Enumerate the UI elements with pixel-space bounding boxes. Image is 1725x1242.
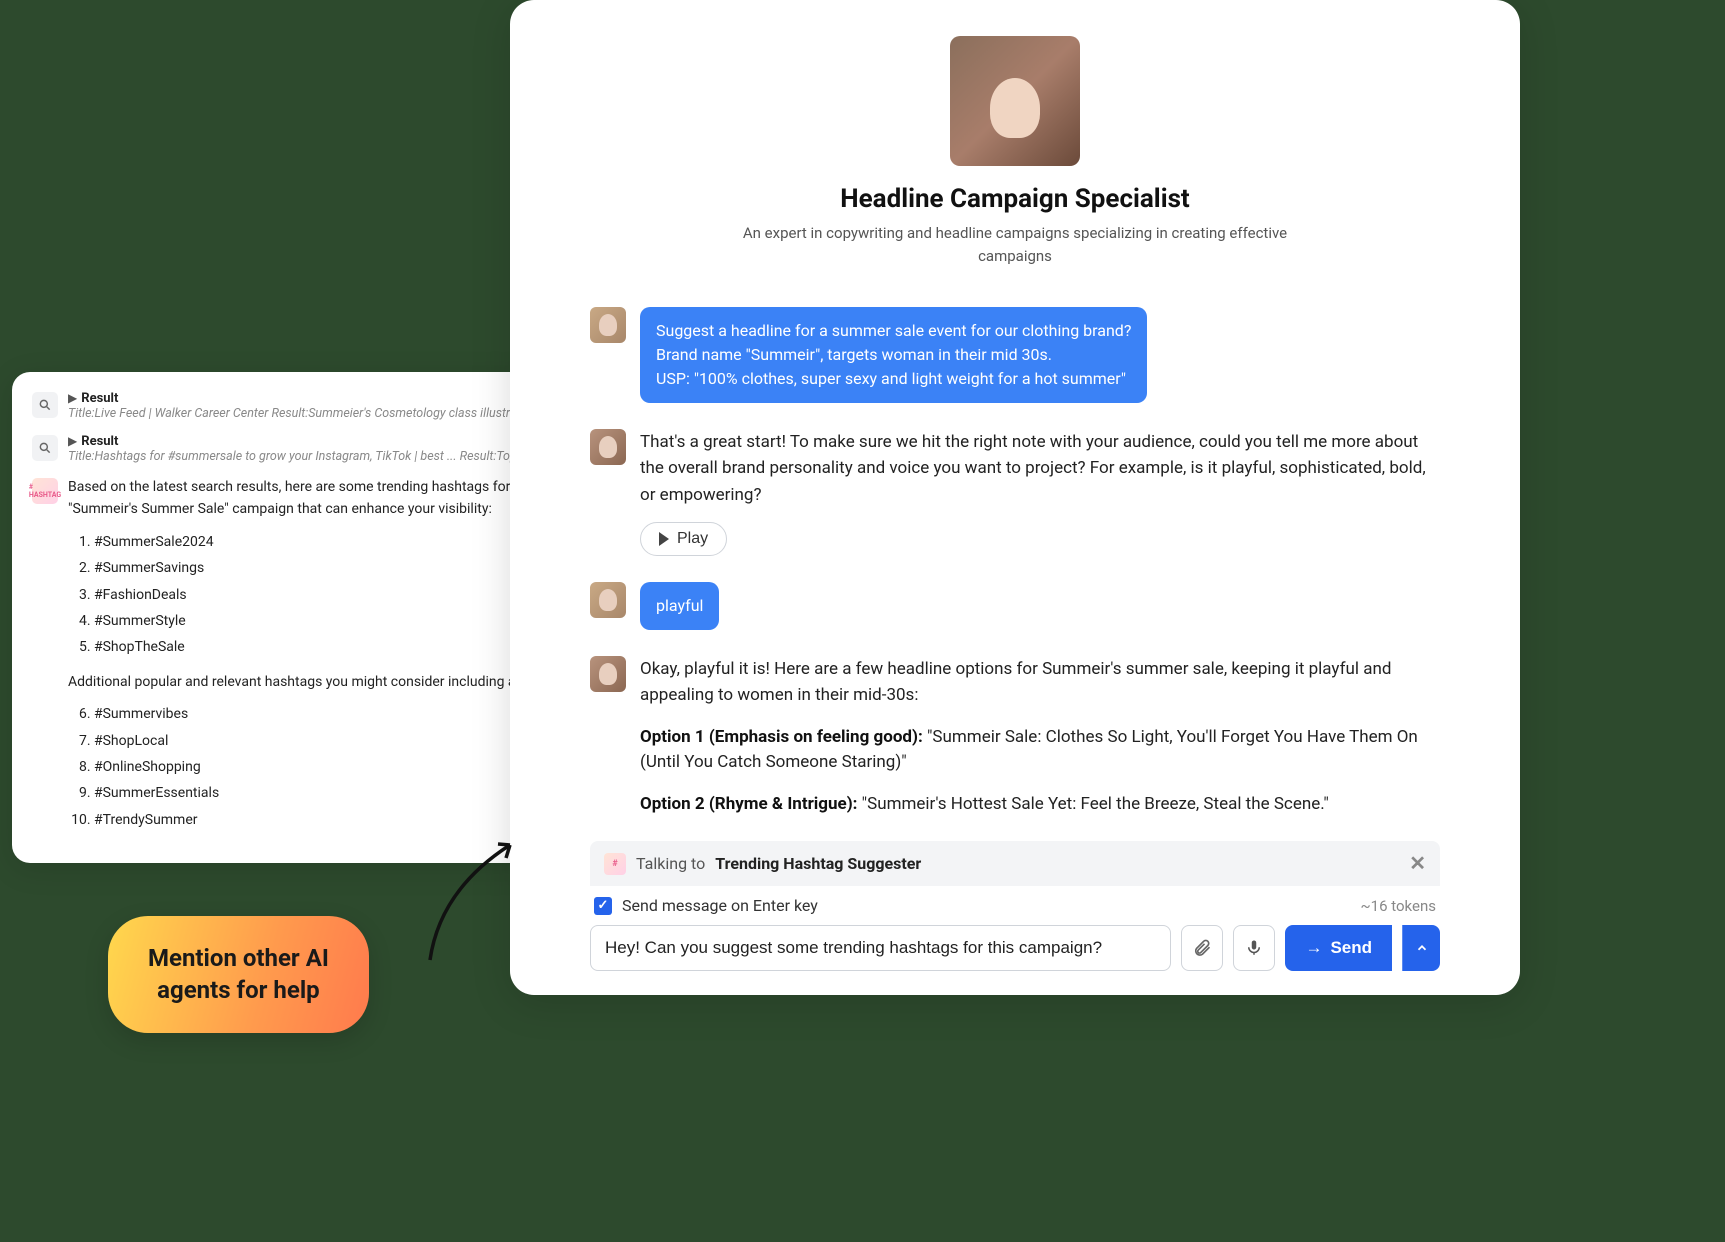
close-talking-button[interactable]: ✕ bbox=[1409, 851, 1426, 876]
send-label: Send bbox=[1330, 938, 1372, 958]
hashtag-item: #SummerEssentials bbox=[94, 780, 542, 806]
expand-caret-icon[interactable]: ▶ bbox=[68, 391, 77, 405]
agent-title: Headline Campaign Specialist bbox=[590, 184, 1440, 214]
search-icon bbox=[32, 392, 58, 418]
search-result-1[interactable]: ▶ Result Title:Live Feed | Walker Career … bbox=[32, 390, 542, 421]
agent-message: Okay, playful it is! Here are a few head… bbox=[590, 656, 1440, 817]
result-subtitle: Title:Live Feed | Walker Career Center R… bbox=[68, 406, 542, 421]
feature-callout: Mention other AI agents for help bbox=[108, 916, 369, 1033]
expand-caret-icon[interactable]: ▶ bbox=[68, 434, 77, 448]
msg-line: Suggest a headline for a summer sale eve… bbox=[656, 319, 1131, 343]
hashtag-item: #SummerStyle bbox=[94, 608, 542, 634]
chat-panel: Headline Campaign Specialist An expert i… bbox=[510, 0, 1520, 995]
callout-line: agents for help bbox=[148, 974, 329, 1006]
hashtag-intro: Based on the latest search results, here… bbox=[68, 476, 542, 521]
attach-button[interactable] bbox=[1181, 925, 1223, 971]
microphone-icon bbox=[1245, 938, 1263, 958]
hashtag-item: #TrendySummer bbox=[94, 807, 542, 833]
hashtag-list-1: #SummerSale2024#SummerSavings#FashionDea… bbox=[94, 529, 542, 661]
user-avatar bbox=[590, 307, 626, 343]
voice-button[interactable] bbox=[1233, 925, 1275, 971]
paperclip-icon bbox=[1192, 938, 1212, 958]
conversation: Suggest a headline for a summer sale eve… bbox=[590, 307, 1440, 817]
hashtag-item: #ShopTheSale bbox=[94, 634, 542, 660]
option-label: Option 1 (Emphasis on feeling good): bbox=[640, 727, 923, 747]
compose-area: # Talking to Trending Hashtag Suggester … bbox=[590, 841, 1440, 971]
hashtag-item: #Summervibes bbox=[94, 701, 542, 727]
search-result-2[interactable]: ▶ Result Title:Hashtags for #summersale t… bbox=[32, 433, 542, 464]
callout-line: Mention other AI bbox=[148, 942, 329, 974]
hashtag-mid-text: Additional popular and relevant hashtags… bbox=[68, 671, 542, 693]
hashtag-agent-icon: # bbox=[604, 853, 626, 875]
hashtag-response: Based on the latest search results, here… bbox=[68, 476, 542, 843]
hashtag-item: #SummerSavings bbox=[94, 555, 542, 581]
user-bubble: Suggest a headline for a summer sale eve… bbox=[640, 307, 1147, 403]
agent-avatar bbox=[950, 36, 1080, 166]
hashtag-item: #SummerSale2024 bbox=[94, 529, 542, 555]
message-input[interactable] bbox=[590, 925, 1171, 971]
search-icon bbox=[32, 435, 58, 461]
user-message: playful bbox=[590, 582, 1440, 630]
send-options-button[interactable] bbox=[1402, 925, 1440, 971]
hashtag-item: #OnlineShopping bbox=[94, 754, 542, 780]
hashtag-results-panel: ▶ Result Title:Live Feed | Walker Career … bbox=[12, 372, 562, 863]
result-subtitle: Title:Hashtags for #summersale to grow y… bbox=[68, 449, 542, 464]
agent-message: That's a great start! To make sure we hi… bbox=[590, 429, 1440, 556]
send-on-enter-label: Send message on Enter key bbox=[622, 896, 818, 915]
talking-prefix: Talking to bbox=[636, 854, 705, 873]
headline-option-1: Option 1 (Emphasis on feeling good): "Su… bbox=[640, 725, 1440, 776]
play-button[interactable]: Play bbox=[640, 522, 727, 556]
hashtag-item: #FashionDeals bbox=[94, 582, 542, 608]
user-message: Suggest a headline for a summer sale eve… bbox=[590, 307, 1440, 403]
chevron-up-icon bbox=[1415, 941, 1429, 955]
agent-text: Okay, playful it is! Here are a few head… bbox=[640, 656, 1440, 709]
user-bubble: playful bbox=[640, 582, 719, 630]
option-label: Option 2 (Rhyme & Intrigue): bbox=[640, 794, 857, 814]
msg-line: Brand name "Summeir", targets woman in t… bbox=[656, 343, 1131, 367]
talking-to-bar: # Talking to Trending Hashtag Suggester … bbox=[590, 841, 1440, 886]
headline-option-2: Option 2 (Rhyme & Intrigue): "Summeir's … bbox=[640, 792, 1440, 818]
hashtag-agent-icon: #HASHTAG bbox=[32, 478, 58, 504]
play-icon bbox=[659, 532, 669, 546]
user-avatar bbox=[590, 582, 626, 618]
send-on-enter-checkbox[interactable]: ✓ bbox=[594, 897, 612, 915]
agent-text: That's a great start! To make sure we hi… bbox=[640, 429, 1440, 508]
agent-avatar-small bbox=[590, 429, 626, 465]
agent-description: An expert in copywriting and headline ca… bbox=[725, 222, 1305, 267]
option-text: "Summeir's Hottest Sale Yet: Feel the Br… bbox=[857, 794, 1328, 814]
hashtag-list-2: #Summervibes#ShopLocal#OnlineShopping#Su… bbox=[94, 701, 542, 833]
talking-agent-name: Trending Hashtag Suggester bbox=[715, 854, 921, 873]
result-label: Result bbox=[81, 434, 118, 449]
token-count: ~16 tokens bbox=[1360, 897, 1436, 915]
msg-line: USP: "100% clothes, super sexy and light… bbox=[656, 367, 1131, 391]
agent-avatar-small bbox=[590, 656, 626, 692]
arrow-right-icon: → bbox=[1305, 938, 1322, 958]
play-label: Play bbox=[677, 530, 708, 548]
hashtag-item: #ShopLocal bbox=[94, 728, 542, 754]
send-button[interactable]: → Send bbox=[1285, 925, 1392, 971]
result-label: Result bbox=[81, 391, 118, 406]
